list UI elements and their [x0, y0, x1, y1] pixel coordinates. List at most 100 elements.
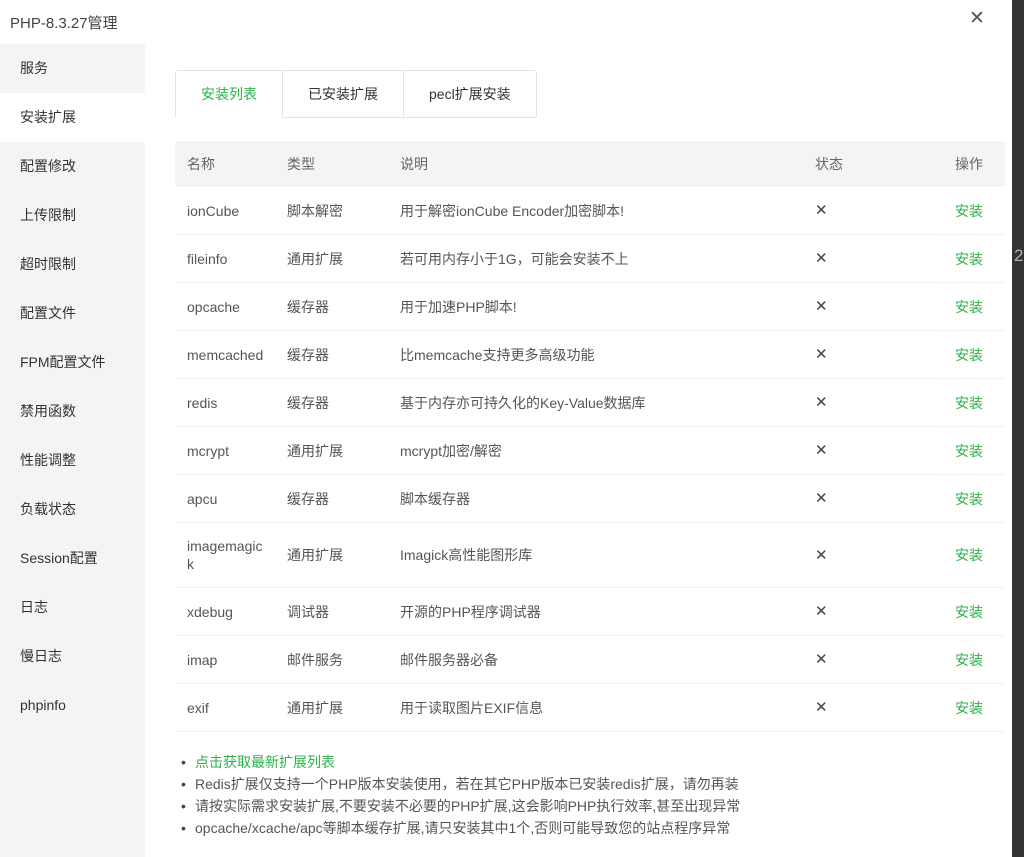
table-row: fileinfo 通用扩展 若可用内存小于1G，可能会安装不上 ✕ 安装 — [175, 235, 1005, 283]
extension-type: 邮件服务 — [287, 651, 400, 669]
extension-desc: 用于读取图片EXIF信息 — [400, 699, 815, 717]
extension-table: 名称 类型 说明 状态 操作 ionCube 脚本解密 用于解密ionCube … — [175, 141, 1005, 732]
extension-name: ionCube — [175, 202, 287, 220]
note-text: Redis扩展仅支持一个PHP版本安装使用，若在其它PHP版本已安装redis扩… — [195, 776, 739, 792]
tab-2[interactable]: pecl扩展安装 — [403, 71, 536, 118]
close-icon[interactable]: ✕ — [966, 8, 988, 30]
status-not-installed-icon: ✕ — [815, 603, 828, 620]
page-behind-overlay: 2 — [1012, 0, 1024, 857]
tab-1[interactable]: 已安装扩展 — [282, 71, 403, 118]
table-row: redis 缓存器 基于内存亦可持久化的Key-Value数据库 ✕ 安装 — [175, 379, 1005, 427]
extension-type: 通用扩展 — [287, 250, 400, 268]
extension-type: 脚本解密 — [287, 202, 400, 220]
note-item: opcache/xcache/apc等脚本缓存扩展,请只安装其中1个,否则可能导… — [181, 817, 1005, 839]
status-not-installed-icon: ✕ — [815, 298, 828, 315]
dialog-title: PHP-8.3.27管理 — [10, 12, 118, 33]
note-item: 点击获取最新扩展列表 — [181, 751, 1005, 773]
tab-bar: 安装列表已安装扩展pecl扩展安装 — [175, 70, 537, 118]
status-not-installed-icon: ✕ — [815, 699, 828, 716]
install-button[interactable]: 安装 — [955, 604, 983, 620]
sidebar-item-8[interactable]: 性能调整 — [0, 436, 145, 485]
column-header-status: 状态 — [815, 154, 915, 174]
table-row: imagemagick 通用扩展 Imagick高性能图形库 ✕ 安装 — [175, 523, 1005, 588]
column-header-name: 名称 — [175, 154, 287, 174]
column-header-type: 类型 — [287, 154, 400, 174]
extension-type: 缓存器 — [287, 490, 400, 508]
extension-desc: Imagick高性能图形库 — [400, 546, 815, 564]
extension-type: 调试器 — [287, 603, 400, 621]
note-text: 请按实际需求安装扩展,不要安装不必要的PHP扩展,这会影响PHP执行效率,甚至出… — [195, 798, 740, 814]
sidebar-item-2[interactable]: 配置修改 — [0, 142, 145, 191]
extension-name: exif — [175, 699, 287, 717]
extension-name: imagemagick — [175, 537, 287, 573]
install-button[interactable]: 安装 — [955, 299, 983, 315]
install-button[interactable]: 安装 — [955, 491, 983, 507]
sidebar-item-5[interactable]: 配置文件 — [0, 289, 145, 338]
extension-desc: 脚本缓存器 — [400, 490, 815, 508]
extension-name: opcache — [175, 298, 287, 316]
extension-name: redis — [175, 394, 287, 412]
sidebar-item-9[interactable]: 负载状态 — [0, 485, 145, 534]
sidebar-item-4[interactable]: 超时限制 — [0, 240, 145, 289]
sidebar-item-7[interactable]: 禁用函数 — [0, 387, 145, 436]
table-header: 名称 类型 说明 状态 操作 — [175, 141, 1005, 187]
extension-type: 通用扩展 — [287, 442, 400, 460]
note-item: Redis扩展仅支持一个PHP版本安装使用，若在其它PHP版本已安装redis扩… — [181, 773, 1005, 795]
install-button[interactable]: 安装 — [955, 251, 983, 267]
table-body: ionCube 脚本解密 用于解密ionCube Encoder加密脚本! ✕ … — [175, 187, 1005, 732]
install-button[interactable]: 安装 — [955, 547, 983, 563]
background-partial-text: 2 — [1014, 246, 1023, 266]
extension-name: imap — [175, 651, 287, 669]
sidebar-item-12[interactable]: 慢日志 — [0, 632, 145, 681]
extension-desc: 开源的PHP程序调试器 — [400, 603, 815, 621]
table-row: opcache 缓存器 用于加速PHP脚本! ✕ 安装 — [175, 283, 1005, 331]
status-not-installed-icon: ✕ — [815, 547, 828, 564]
sidebar: 服务安装扩展配置修改上传限制超时限制配置文件FPM配置文件禁用函数性能调整负载状… — [0, 44, 145, 857]
install-button[interactable]: 安装 — [955, 203, 983, 219]
install-button[interactable]: 安装 — [955, 443, 983, 459]
install-button[interactable]: 安装 — [955, 700, 983, 716]
table-row: apcu 缓存器 脚本缓存器 ✕ 安装 — [175, 475, 1005, 523]
sidebar-item-1[interactable]: 安装扩展 — [0, 93, 145, 142]
extension-desc: 用于解密ionCube Encoder加密脚本! — [400, 202, 815, 220]
notes-list: 点击获取最新扩展列表 Redis扩展仅支持一个PHP版本安装使用，若在其它PHP版… — [175, 751, 1005, 839]
sidebar-item-10[interactable]: Session配置 — [0, 534, 145, 583]
sidebar-item-11[interactable]: 日志 — [0, 583, 145, 632]
extension-name: apcu — [175, 490, 287, 508]
status-not-installed-icon: ✕ — [815, 651, 828, 668]
column-header-action: 操作 — [915, 154, 1005, 174]
extension-desc: mcrypt加密/解密 — [400, 442, 815, 460]
extension-type: 通用扩展 — [287, 546, 400, 564]
sidebar-item-0[interactable]: 服务 — [0, 44, 145, 93]
table-row: exif 通用扩展 用于读取图片EXIF信息 ✕ 安装 — [175, 684, 1005, 732]
note-text: opcache/xcache/apc等脚本缓存扩展,请只安装其中1个,否则可能导… — [195, 820, 730, 836]
status-not-installed-icon: ✕ — [815, 490, 828, 507]
main-content: 安装列表已安装扩展pecl扩展安装 名称 类型 说明 状态 操作 ionCube… — [145, 44, 1012, 857]
extension-desc: 邮件服务器必备 — [400, 651, 815, 669]
extension-desc: 用于加速PHP脚本! — [400, 298, 815, 316]
install-button[interactable]: 安装 — [955, 652, 983, 668]
column-header-desc: 说明 — [400, 154, 815, 174]
extension-type: 通用扩展 — [287, 699, 400, 717]
status-not-installed-icon: ✕ — [815, 346, 828, 363]
table-row: ionCube 脚本解密 用于解密ionCube Encoder加密脚本! ✕ … — [175, 187, 1005, 235]
install-button[interactable]: 安装 — [955, 395, 983, 411]
extension-type: 缓存器 — [287, 298, 400, 316]
extension-type: 缓存器 — [287, 346, 400, 364]
extension-name: fileinfo — [175, 250, 287, 268]
sidebar-item-6[interactable]: FPM配置文件 — [0, 338, 145, 387]
extension-type: 缓存器 — [287, 394, 400, 412]
install-button[interactable]: 安装 — [955, 347, 983, 363]
refresh-extension-list-link[interactable]: 点击获取最新扩展列表 — [195, 754, 335, 770]
dialog-body: 服务安装扩展配置修改上传限制超时限制配置文件FPM配置文件禁用函数性能调整负载状… — [0, 44, 1012, 857]
sidebar-item-13[interactable]: phpinfo — [0, 681, 145, 730]
status-not-installed-icon: ✕ — [815, 442, 828, 459]
dialog-titlebar: PHP-8.3.27管理 ✕ — [0, 0, 1012, 44]
extension-name: memcached — [175, 346, 287, 364]
table-row: imap 邮件服务 邮件服务器必备 ✕ 安装 — [175, 636, 1005, 684]
extension-name: xdebug — [175, 603, 287, 621]
status-not-installed-icon: ✕ — [815, 202, 828, 219]
tab-0[interactable]: 安装列表 — [176, 71, 282, 118]
sidebar-item-3[interactable]: 上传限制 — [0, 191, 145, 240]
table-row: memcached 缓存器 比memcache支持更多高级功能 ✕ 安装 — [175, 331, 1005, 379]
